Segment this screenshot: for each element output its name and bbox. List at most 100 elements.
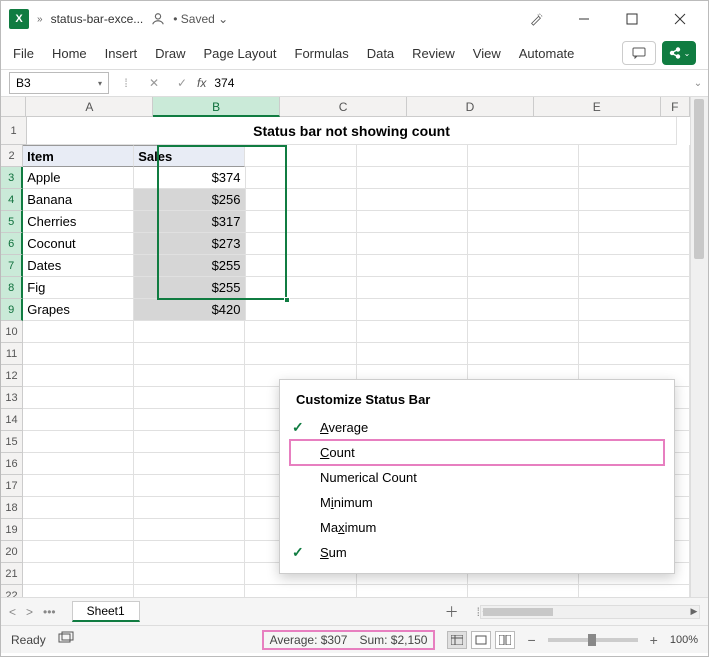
magic-icon[interactable] — [516, 3, 556, 35]
empty-cell[interactable] — [357, 585, 468, 597]
tab-formulas[interactable]: Formulas — [295, 46, 349, 61]
empty-cell[interactable] — [246, 211, 357, 233]
col-header-d[interactable]: D — [407, 97, 534, 117]
header-sales[interactable]: Sales — [134, 145, 245, 167]
row-header[interactable]: 18 — [1, 497, 23, 519]
accept-formula-button[interactable]: ✓ — [171, 72, 193, 94]
sales-cell[interactable]: $255 — [134, 255, 245, 277]
add-sheet-button[interactable]: ＋ — [445, 602, 459, 622]
tab-page-layout[interactable]: Page Layout — [204, 46, 277, 61]
row-header[interactable]: 2 — [1, 145, 23, 167]
empty-cell[interactable] — [134, 497, 245, 519]
fill-handle[interactable] — [284, 297, 290, 303]
empty-cell[interactable] — [468, 343, 579, 365]
row-header[interactable]: 13 — [1, 387, 23, 409]
row-header[interactable]: 4 — [1, 189, 23, 211]
item-cell[interactable]: Grapes — [23, 299, 134, 321]
file-name[interactable]: status-bar-exce... — [51, 12, 144, 26]
row-header[interactable]: 5 — [1, 211, 23, 233]
horizontal-scrollbar-thumb[interactable] — [483, 608, 553, 616]
share-button[interactable]: ⌄ — [662, 41, 696, 65]
row-header[interactable]: 1 — [1, 117, 27, 145]
tab-insert[interactable]: Insert — [105, 46, 138, 61]
empty-cell[interactable] — [357, 321, 468, 343]
name-box[interactable]: B3▾ — [9, 72, 109, 94]
context-item-sum[interactable]: ✓Sum — [280, 540, 674, 565]
row-header[interactable]: 6 — [1, 233, 23, 255]
user-icon[interactable] — [151, 12, 165, 26]
row-header[interactable]: 7 — [1, 255, 23, 277]
empty-cell[interactable] — [23, 475, 134, 497]
empty-cell[interactable] — [134, 365, 245, 387]
row-header[interactable]: 14 — [1, 409, 23, 431]
row-header[interactable]: 8 — [1, 277, 23, 299]
tab-automate[interactable]: Automate — [519, 46, 575, 61]
minimize-button[interactable] — [564, 3, 604, 35]
vertical-scrollbar-thumb[interactable] — [694, 99, 704, 259]
empty-cell[interactable] — [246, 255, 357, 277]
view-page-break-button[interactable] — [495, 631, 515, 649]
accessibility-icon[interactable] — [58, 631, 74, 648]
view-page-layout-button[interactable] — [471, 631, 491, 649]
empty-cell[interactable] — [357, 233, 468, 255]
empty-cell[interactable] — [357, 277, 468, 299]
row-header[interactable]: 21 — [1, 563, 23, 585]
empty-cell[interactable] — [246, 233, 357, 255]
context-item-numerical-count[interactable]: Numerical Count — [280, 465, 674, 490]
empty-cell[interactable] — [134, 585, 245, 597]
formula-input[interactable]: 374 — [206, 72, 688, 94]
empty-cell[interactable] — [579, 145, 690, 167]
zoom-slider[interactable] — [548, 638, 638, 642]
empty-cell[interactable] — [468, 585, 579, 597]
empty-cell[interactable] — [579, 585, 690, 597]
zoom-out-button[interactable]: − — [527, 632, 535, 648]
close-button[interactable] — [660, 3, 700, 35]
empty-cell[interactable] — [246, 277, 357, 299]
empty-cell[interactable] — [23, 431, 134, 453]
col-header-b[interactable]: B — [153, 97, 280, 117]
tab-review[interactable]: Review — [412, 46, 455, 61]
empty-cell[interactable] — [23, 563, 134, 585]
row-header[interactable]: 10 — [1, 321, 23, 343]
row-header[interactable]: 16 — [1, 453, 23, 475]
col-header-e[interactable]: E — [534, 97, 661, 117]
empty-cell[interactable] — [23, 387, 134, 409]
empty-cell[interactable] — [468, 299, 579, 321]
sales-cell[interactable]: $255 — [134, 277, 245, 299]
empty-cell[interactable] — [134, 321, 245, 343]
row-header[interactable]: 15 — [1, 431, 23, 453]
tab-file[interactable]: File — [13, 46, 34, 61]
sheet-list-button[interactable]: ••• — [43, 605, 56, 619]
sales-cell[interactable]: $256 — [134, 189, 245, 211]
context-item-average[interactable]: ✓Average — [280, 415, 674, 440]
zoom-in-button[interactable]: + — [650, 632, 658, 648]
empty-cell[interactable] — [134, 519, 245, 541]
empty-cell[interactable] — [245, 343, 356, 365]
view-normal-button[interactable] — [447, 631, 467, 649]
empty-cell[interactable] — [23, 453, 134, 475]
item-cell[interactable]: Apple — [23, 167, 134, 189]
item-cell[interactable]: Fig — [23, 277, 134, 299]
empty-cell[interactable] — [134, 343, 245, 365]
row-header[interactable]: 3 — [1, 167, 23, 189]
empty-cell[interactable] — [357, 343, 468, 365]
empty-cell[interactable] — [468, 233, 579, 255]
item-cell[interactable]: Dates — [23, 255, 134, 277]
col-header-a[interactable]: A — [26, 97, 153, 117]
context-item-count[interactable]: Count — [290, 440, 664, 465]
empty-cell[interactable] — [357, 189, 468, 211]
empty-cell[interactable] — [245, 145, 356, 167]
row-header[interactable]: 12 — [1, 365, 23, 387]
sheet-tab[interactable]: Sheet1 — [72, 601, 140, 622]
context-item-maximum[interactable]: Maximum — [280, 515, 674, 540]
row-header[interactable]: 11 — [1, 343, 23, 365]
row-header[interactable]: 9 — [1, 299, 23, 321]
empty-cell[interactable] — [357, 299, 468, 321]
tab-data[interactable]: Data — [367, 46, 394, 61]
maximize-button[interactable] — [612, 3, 652, 35]
cancel-formula-button[interactable]: ✕ — [143, 72, 165, 94]
item-cell[interactable]: Coconut — [23, 233, 134, 255]
empty-cell[interactable] — [23, 365, 134, 387]
empty-cell[interactable] — [357, 167, 468, 189]
col-header-c[interactable]: C — [280, 97, 407, 117]
